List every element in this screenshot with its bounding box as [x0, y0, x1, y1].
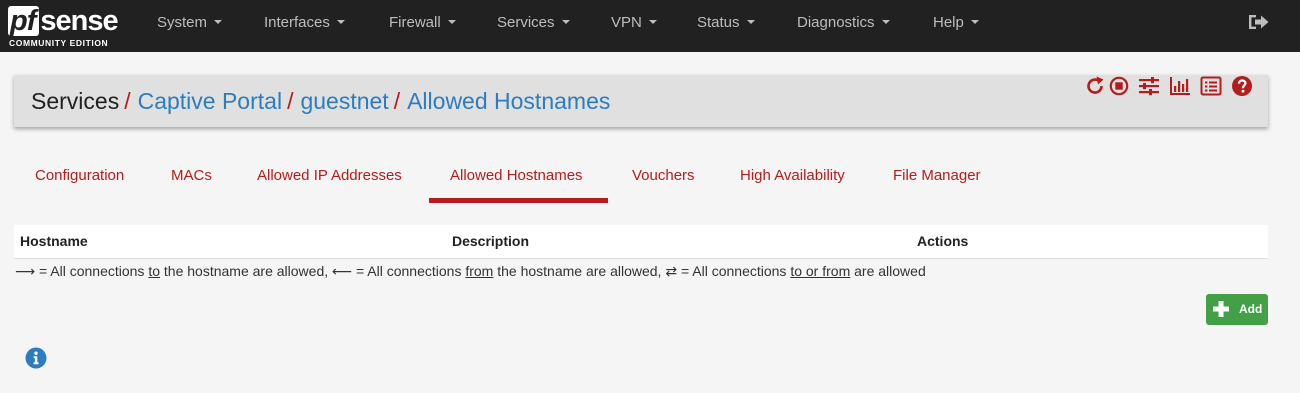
caret-down-icon: [881, 20, 890, 25]
column-actions: Actions: [917, 233, 969, 249]
nav-label: VPN: [611, 14, 642, 31]
tab-allowed-hostnames[interactable]: Allowed Hostnames: [450, 158, 583, 194]
nav-label: System: [157, 14, 208, 31]
arrow-left-icon: ⟵: [332, 263, 353, 279]
legend-text: the hostname are allowed,: [493, 263, 666, 279]
nav-status[interactable]: Status: [697, 0, 755, 46]
restart-service-icon[interactable]: [1084, 75, 1106, 97]
nav-help[interactable]: Help: [933, 0, 979, 46]
caret-down-icon: [746, 20, 755, 25]
direction-legend: ⟶ = All connections to the hostname are …: [15, 262, 926, 280]
breadcrumb-separator: /: [287, 88, 294, 114]
legend-text: = All connections: [677, 263, 791, 279]
tab-vouchers[interactable]: Vouchers: [632, 158, 695, 194]
logo-sense: sense: [40, 5, 118, 37]
legend-text: are allowed: [850, 263, 926, 279]
breadcrumb: Services / Captive Portal / guestnet / Allowed…: [31, 75, 610, 127]
legend-underline: to: [148, 263, 161, 279]
legend-text: = All connections: [35, 263, 149, 279]
active-tab-indicator: [429, 198, 608, 203]
column-description: Description: [452, 233, 530, 249]
add-button[interactable]: Add: [1206, 294, 1268, 325]
status-chart-icon[interactable]: [1169, 75, 1191, 97]
help-icon[interactable]: [1231, 75, 1253, 97]
nav-label: Interfaces: [264, 14, 330, 31]
caret-down-icon: [447, 20, 456, 25]
tab-configuration[interactable]: Configuration: [35, 158, 124, 194]
nav-diagnostics[interactable]: Diagnostics: [797, 0, 890, 46]
nav-label: Firewall: [389, 14, 441, 31]
breadcrumb-services: Services: [31, 88, 120, 114]
nav-system[interactable]: System: [157, 0, 223, 46]
log-list-icon[interactable]: [1200, 75, 1222, 97]
breadcrumb-zone[interactable]: guestnet: [300, 88, 388, 114]
caret-down-icon: [970, 20, 979, 25]
logo-pf: pf: [8, 6, 40, 36]
pfsense-logo[interactable]: pf sense COMMUNITY EDITION: [8, 5, 128, 49]
legend-underline: to or from: [790, 263, 851, 279]
plus-icon: [1213, 301, 1229, 317]
nav-interfaces[interactable]: Interfaces: [264, 0, 345, 46]
nav-label: Help: [933, 14, 964, 31]
breadcrumb-separator: /: [124, 88, 131, 114]
related-settings-icon[interactable]: [1138, 75, 1160, 97]
hostnames-table-header: Hostname Description Actions: [14, 225, 1268, 259]
arrow-right-icon: ⟶: [15, 263, 36, 279]
logo-wordmark: pf sense: [8, 5, 119, 37]
add-button-label: Add: [1239, 302, 1263, 316]
tab-allowed-ip-addresses[interactable]: Allowed IP Addresses: [257, 158, 402, 194]
stop-service-icon[interactable]: [1108, 75, 1130, 97]
column-hostname: Hostname: [20, 233, 88, 249]
nav-label: Status: [697, 14, 740, 31]
breadcrumb-captive-portal[interactable]: Captive Portal: [138, 88, 282, 114]
logo-edition: COMMUNITY EDITION: [9, 38, 109, 48]
tab-file-manager[interactable]: File Manager: [893, 158, 981, 194]
nav-services[interactable]: Services: [497, 0, 570, 46]
breadcrumb-separator: /: [393, 88, 401, 114]
caret-down-icon: [336, 20, 345, 25]
top-navbar: pf sense COMMUNITY EDITION System Interfa…: [0, 0, 1300, 52]
caret-down-icon: [214, 20, 223, 25]
legend-text: = All connections: [352, 263, 466, 279]
legend-text: the hostname are allowed,: [160, 263, 333, 279]
info-icon[interactable]: [25, 347, 47, 369]
breadcrumb-panel: Services / Captive Portal / guestnet / Allowed…: [14, 75, 1268, 127]
nav-firewall[interactable]: Firewall: [389, 0, 456, 46]
legend-underline: from: [465, 263, 494, 279]
caret-down-icon: [648, 20, 657, 25]
breadcrumb-allowed-hostnames[interactable]: Allowed Hostnames: [407, 88, 610, 114]
nav-label: Diagnostics: [797, 14, 875, 31]
nav-label: Services: [497, 14, 555, 31]
arrows-both-icon: ⇄: [665, 263, 678, 279]
nav-vpn[interactable]: VPN: [611, 0, 657, 46]
tab-macs[interactable]: MACs: [171, 158, 212, 194]
tab-high-availability[interactable]: High Availability: [740, 158, 845, 194]
sign-out-icon[interactable]: [1248, 12, 1270, 32]
caret-down-icon: [561, 20, 570, 25]
